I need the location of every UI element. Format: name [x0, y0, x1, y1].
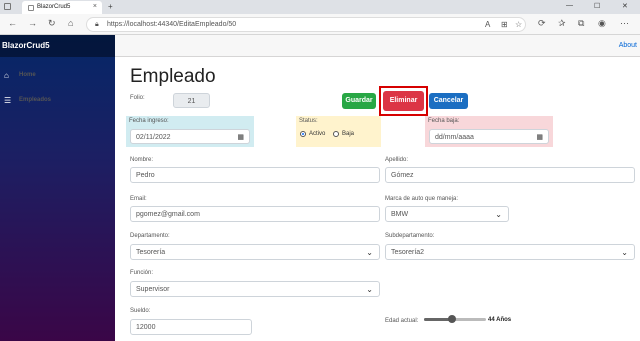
apellido-label: Apellido:	[385, 157, 409, 163]
marca-auto-label: Marca de auto que maneja:	[385, 196, 459, 202]
list-icon: ☰	[4, 96, 12, 105]
top-row: About	[115, 35, 640, 57]
page-title: Empleado	[130, 66, 216, 87]
browser-tab[interactable]: BlazorCrud5 ×	[22, 1, 102, 14]
nombre-input[interactable]: Pedro	[130, 167, 380, 183]
about-link[interactable]: About	[619, 42, 637, 49]
fecha-baja-placeholder: dd/mm/aaaa	[435, 134, 474, 141]
email-input[interactable]: pgomez@gmail.com	[130, 206, 380, 222]
address-bar[interactable]: 🔒︎ https://localhost:44340/EditaEmpleado…	[86, 17, 526, 32]
brand-bar: BlazorCrud5	[0, 35, 115, 57]
collections-icon[interactable]: ⧉	[578, 18, 584, 29]
edad-value: 44 Años	[488, 317, 512, 323]
fecha-baja-label: Fecha baja:	[428, 118, 460, 124]
apellido-input[interactable]: Gómez	[385, 167, 635, 183]
status-baja-radio[interactable]	[333, 131, 339, 137]
more-menu-icon[interactable]: ⋯	[620, 18, 629, 29]
delete-button[interactable]: Eliminar	[383, 91, 424, 111]
maximize-icon[interactable]: ☐	[594, 2, 600, 10]
chevron-down-icon: ⌄	[621, 248, 628, 257]
subdepartamento-label: Subdepartamento:	[385, 233, 435, 239]
sidebar-item-label: Home	[19, 72, 36, 78]
sueldo-label: Sueldo:	[130, 308, 151, 314]
home-browser-icon[interactable]: ⌂	[68, 18, 73, 28]
new-tab-icon[interactable]: +	[108, 2, 113, 11]
departamento-value: Tesorería	[136, 249, 166, 256]
status-label: Status:	[299, 118, 318, 124]
refresh-split-icon[interactable]: ⟳	[538, 18, 546, 29]
edad-slider[interactable]	[424, 315, 486, 323]
departamento-select[interactable]: Tesorería ⌄	[130, 244, 380, 260]
departamento-label: Departamento:	[130, 233, 170, 239]
home-icon: ⌂	[4, 71, 9, 80]
status-activo-label: Activo	[309, 131, 326, 137]
sidebar-item-home[interactable]: ⌂ Home	[4, 69, 110, 83]
funcion-select[interactable]: Supervisor ⌄	[130, 281, 380, 297]
chevron-down-icon: ⌄	[366, 285, 373, 294]
fecha-ingreso-input[interactable]: 02/11/2022 ▦	[130, 129, 250, 144]
edad-slider-thumb[interactable]	[447, 315, 456, 323]
app-available-icon[interactable]: ⊞	[501, 20, 508, 29]
marca-auto-value: BMW	[391, 211, 409, 218]
close-tab-icon[interactable]: ×	[93, 3, 97, 10]
email-label: Email:	[130, 196, 147, 202]
page-favicon-icon	[28, 5, 34, 11]
funcion-label: Función:	[130, 270, 154, 276]
calendar-icon[interactable]: ▦	[536, 133, 543, 141]
window-menu-icon[interactable]	[4, 3, 11, 10]
browser-tab-title: BlazorCrud5	[37, 4, 71, 10]
status-panel: Status: Activo Baja	[296, 116, 381, 147]
url-text: https://localhost:44340/EditaEmpleado/50	[107, 21, 237, 28]
chevron-down-icon: ⌄	[495, 210, 502, 219]
chevron-down-icon: ⌄	[366, 248, 373, 257]
edad-label: Edad actual:	[385, 318, 419, 324]
profile-icon[interactable]: ◉	[598, 18, 606, 29]
fecha-ingreso-panel: Fecha ingreso: 02/11/2022 ▦	[126, 116, 254, 147]
sidebar-item-label: Empleados	[19, 97, 52, 103]
favorite-star-icon[interactable]: ☆	[515, 20, 522, 29]
fecha-ingreso-label: Fecha ingreso:	[129, 118, 169, 124]
read-aloud-icon[interactable]: A	[485, 20, 490, 29]
status-activo-radio[interactable]	[300, 131, 306, 137]
browser-toolbar: ← → ↻ ⌂ 🔒︎ https://localhost:44340/Edita…	[0, 14, 640, 35]
sueldo-input[interactable]: 12000	[130, 319, 252, 335]
close-window-icon[interactable]: ✕	[622, 2, 628, 10]
brand-name[interactable]: BlazorCrud5	[2, 41, 50, 50]
fecha-baja-panel: Fecha baja: dd/mm/aaaa ▦	[425, 116, 553, 147]
favorites-icon[interactable]: ✰	[558, 18, 566, 29]
forward-icon[interactable]: →	[28, 18, 37, 28]
cancel-button[interactable]: Cancelar	[429, 93, 468, 109]
status-baja-label: Baja	[342, 131, 355, 137]
minimize-icon[interactable]: —	[566, 2, 573, 9]
calendar-icon[interactable]: ▦	[237, 133, 244, 141]
folio-field: 21	[173, 93, 210, 108]
sidebar-item-empleados[interactable]: ☰ Empleados	[4, 94, 110, 108]
save-button[interactable]: Guardar	[342, 93, 376, 109]
marca-auto-select[interactable]: BMW ⌄	[385, 206, 509, 222]
reload-icon[interactable]: ↻	[48, 18, 56, 29]
lock-icon: 🔒︎	[95, 21, 99, 28]
browser-tabbar: BlazorCrud5 × + — ☐ ✕	[0, 0, 640, 14]
folio-label: Folio:	[130, 95, 145, 101]
subdepartamento-value: Tesorería2	[391, 249, 425, 256]
subdepartamento-select[interactable]: Tesorería2 ⌄	[385, 244, 635, 260]
fecha-baja-input[interactable]: dd/mm/aaaa ▦	[429, 129, 549, 144]
back-icon[interactable]: ←	[8, 18, 17, 28]
nombre-label: Nombre:	[130, 157, 154, 163]
fecha-ingreso-value: 02/11/2022	[136, 134, 171, 141]
sidebar: BlazorCrud5 ⌂ Home ☰ Empleados	[0, 35, 115, 341]
funcion-value: Supervisor	[136, 286, 170, 293]
